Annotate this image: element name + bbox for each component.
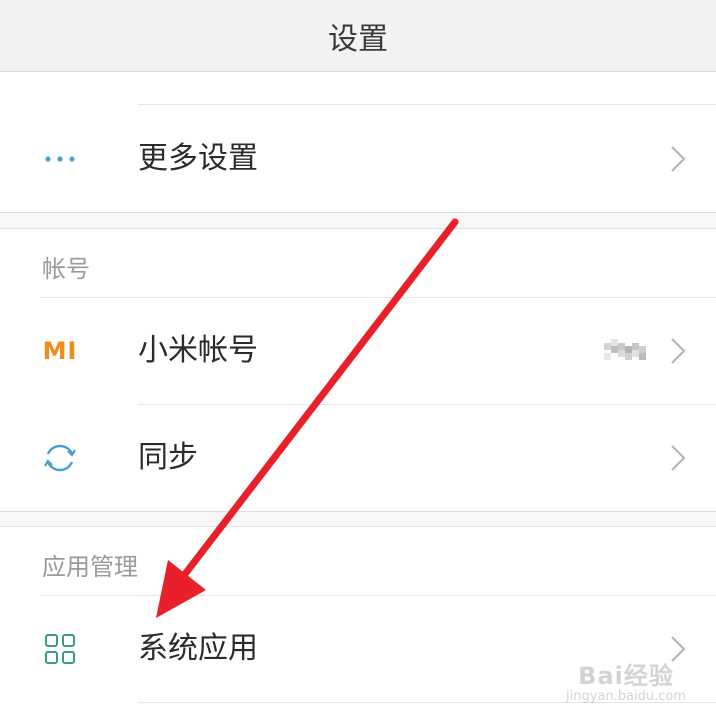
section-header-apps: 应用管理: [42, 553, 138, 581]
account-value-redacted: [604, 339, 646, 360]
watermark-url: jingyan.baidu.com: [566, 689, 686, 704]
settings-item-label: 系统应用: [138, 631, 258, 666]
account-settings-group: 帐号 MI 小米帐号 同步: [0, 228, 716, 512]
grid-apps-icon: [40, 629, 80, 669]
divider: [138, 104, 716, 105]
section-header-account: 帐号: [42, 255, 90, 283]
more-dots-icon: [40, 139, 80, 179]
baidu-jingyan-watermark: Bai经验 jingyan.baidu.com: [566, 656, 686, 704]
settings-item-label: 同步: [138, 440, 198, 475]
chevron-right-icon: [671, 338, 686, 364]
chevron-right-icon: [671, 445, 686, 471]
chevron-right-icon: [671, 146, 686, 172]
title-bar: 设置: [0, 0, 716, 72]
watermark-brand: Bai经验: [578, 662, 674, 690]
settings-item-mi-account[interactable]: MI 小米帐号: [0, 298, 716, 404]
settings-item-sync[interactable]: 同步: [0, 405, 716, 511]
settings-item-label: 小米帐号: [138, 333, 258, 368]
page-title: 设置: [328, 21, 388, 57]
sync-icon: [40, 438, 80, 478]
settings-item-more[interactable]: 更多设置: [0, 106, 716, 212]
top-settings-group: 更多设置: [0, 72, 716, 213]
mi-logo-icon: MI: [42, 337, 78, 365]
settings-item-label: 更多设置: [138, 141, 258, 176]
